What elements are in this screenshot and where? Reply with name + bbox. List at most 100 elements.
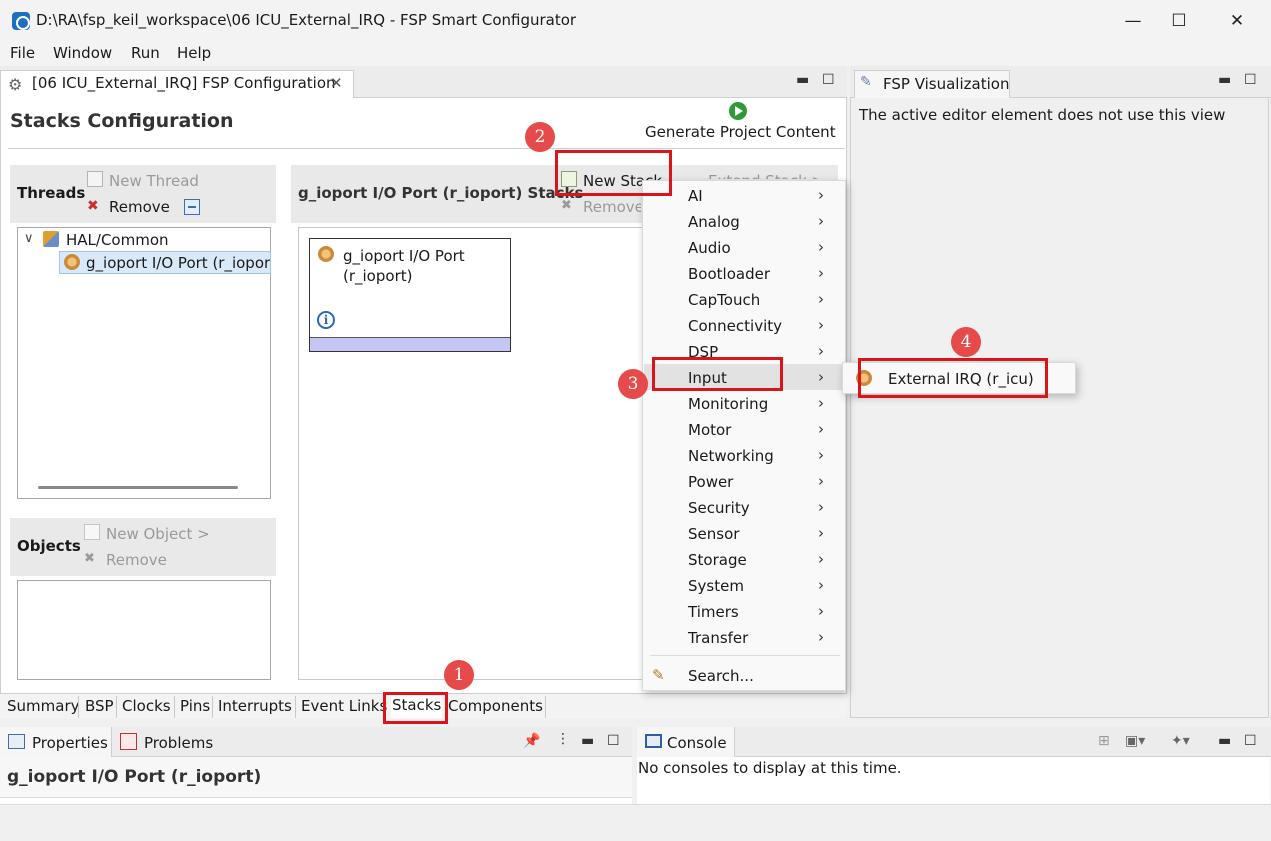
generate-project-content-link[interactable]: Generate Project Content <box>645 123 836 141</box>
chevron-right-icon: › <box>818 342 824 360</box>
view-menu-icon[interactable]: ⋮ <box>556 731 570 747</box>
menu-item-ai[interactable]: AI <box>688 187 703 205</box>
console-icon <box>645 734 662 748</box>
highlight-box-input <box>652 357 783 391</box>
maximize-button[interactable]: ☐ <box>1156 8 1202 34</box>
generate-play-icon[interactable] <box>729 102 747 120</box>
tab-event-links[interactable]: Event Links <box>301 697 387 715</box>
collapse-all-icon[interactable] <box>184 199 200 215</box>
editor-tab-label: [06 ICU_External_IRQ] FSP Configuration <box>32 74 336 92</box>
module-icon <box>64 254 80 270</box>
stacks-title: g_ioport I/O Port (r_ioport) Stacks <box>298 184 584 202</box>
tab-separator <box>116 696 117 718</box>
chevron-right-icon: › <box>818 394 824 412</box>
visualization-tab-label: FSP Visualization <box>883 75 1010 93</box>
stack-card-title: g_ioport I/O Port <box>343 247 465 265</box>
menu-item-search[interactable]: Search... <box>688 667 754 685</box>
close-tab-icon[interactable]: ✕ <box>330 74 343 92</box>
menu-item-analog[interactable]: Analog <box>688 213 740 231</box>
properties-content <box>0 797 632 804</box>
properties-icon <box>8 734 25 749</box>
problems-tab[interactable]: Problems <box>144 734 213 752</box>
properties-tab-label: Properties <box>32 734 108 752</box>
new-thread-button[interactable]: New Thread <box>109 172 199 190</box>
tree-item-g-ioport: g_ioport I/O Port (r_ioport) <box>86 254 270 272</box>
menu-item-connectivity[interactable]: Connectivity <box>688 317 782 335</box>
tab-interrupts[interactable]: Interrupts <box>218 697 292 715</box>
tab-separator <box>545 696 546 718</box>
pin-console-icon[interactable]: ⊞ <box>1098 733 1110 749</box>
menu-item-transfer[interactable]: Transfer <box>688 629 748 647</box>
menu-item-sensor[interactable]: Sensor <box>688 525 739 543</box>
stack-card-bar <box>310 337 510 351</box>
console-message: No consoles to display at this time. <box>638 759 902 777</box>
remove-disabled-icon: ✖ <box>84 551 95 566</box>
menu-item-bootloader[interactable]: Bootloader <box>688 265 770 283</box>
chevron-right-icon: › <box>818 368 824 386</box>
minimize-view-icon[interactable]: ▬ <box>1218 733 1231 749</box>
horizontal-scrollbar[interactable] <box>38 486 238 489</box>
chevron-down-icon[interactable]: ∨ <box>24 231 34 246</box>
module-icon <box>318 246 334 262</box>
tree-item-hal-common[interactable]: HAL/Common <box>66 231 169 249</box>
stack-card-subtitle: (r_ioport) <box>343 267 413 285</box>
tab-pins[interactable]: Pins <box>180 697 210 715</box>
close-button[interactable]: ✕ <box>1214 8 1260 34</box>
menu-item-timers[interactable]: Timers <box>688 603 739 621</box>
visualization-icon: ✎ <box>860 74 872 90</box>
menu-item-networking[interactable]: Networking <box>688 447 774 465</box>
tab-summary[interactable]: Summary <box>7 697 80 715</box>
menu-file[interactable]: File <box>10 44 35 62</box>
menu-help[interactable]: Help <box>177 44 211 62</box>
tab-clocks[interactable]: Clocks <box>122 697 171 715</box>
hal-common-icon <box>43 231 59 247</box>
menu-item-motor[interactable]: Motor <box>688 421 731 439</box>
tab-components[interactable]: Components <box>448 697 543 715</box>
console-tab-label: Console <box>667 734 727 752</box>
chevron-right-icon: › <box>818 446 824 464</box>
gear-icon: ⚙ <box>8 75 23 94</box>
chevron-right-icon: › <box>818 420 824 438</box>
maximize-view-icon[interactable]: ☐ <box>1244 733 1257 749</box>
info-icon[interactable]: i <box>317 311 335 329</box>
menu-window[interactable]: Window <box>53 44 112 62</box>
open-console-icon[interactable]: ✦▾ <box>1171 733 1190 749</box>
minimize-view-icon[interactable]: ▬ <box>1218 72 1231 88</box>
step-badge-3: 3 <box>618 369 648 399</box>
menu-item-monitoring[interactable]: Monitoring <box>688 395 768 413</box>
chevron-right-icon: › <box>818 472 824 490</box>
remove-thread-button[interactable]: Remove <box>109 198 170 216</box>
maximize-view-icon[interactable]: ☐ <box>607 733 620 749</box>
minimize-button[interactable]: — <box>1110 8 1156 34</box>
new-object-button[interactable]: New Object > <box>106 525 210 543</box>
window-title: D:\RA\fsp_keil_workspace\06 ICU_External… <box>36 11 577 29</box>
menu-item-storage[interactable]: Storage <box>688 551 747 569</box>
remove-object-button[interactable]: Remove <box>106 551 167 569</box>
tab-bsp[interactable]: BSP <box>85 697 114 715</box>
new-thread-icon <box>87 171 103 187</box>
menu-item-captouch[interactable]: CapTouch <box>688 291 760 309</box>
menu-item-security[interactable]: Security <box>688 499 750 517</box>
highlight-box-external-irq <box>858 358 1048 398</box>
minimize-view-icon[interactable]: ▬ <box>581 733 594 749</box>
minimize-view-icon[interactable]: ▬ <box>796 72 809 88</box>
pin-icon[interactable]: 📌 <box>523 733 540 749</box>
tab-separator <box>295 696 296 718</box>
problems-icon <box>120 733 137 750</box>
menu-item-audio[interactable]: Audio <box>688 239 731 257</box>
maximize-view-icon[interactable]: ☐ <box>822 72 835 88</box>
menu-item-power[interactable]: Power <box>688 473 733 491</box>
remove-stack-button[interactable]: Remove <box>583 198 641 216</box>
search-icon: ✎ <box>652 666 665 684</box>
extend-stack-button[interactable]: Extend Stack > <box>708 172 836 179</box>
page-title: Stacks Configuration <box>10 110 234 132</box>
maximize-view-icon[interactable]: ☐ <box>1244 72 1257 88</box>
remove-icon: ✖ <box>87 198 99 214</box>
properties-selection-title: g_ioport I/O Port (r_ioport) <box>7 767 262 787</box>
threads-label: Threads <box>17 184 86 202</box>
display-console-icon[interactable]: ▣▾ <box>1125 733 1145 749</box>
menu-run[interactable]: Run <box>131 44 160 62</box>
new-stack-context-menu <box>642 180 846 691</box>
menu-item-system[interactable]: System <box>688 577 744 595</box>
chevron-right-icon: › <box>818 576 824 594</box>
